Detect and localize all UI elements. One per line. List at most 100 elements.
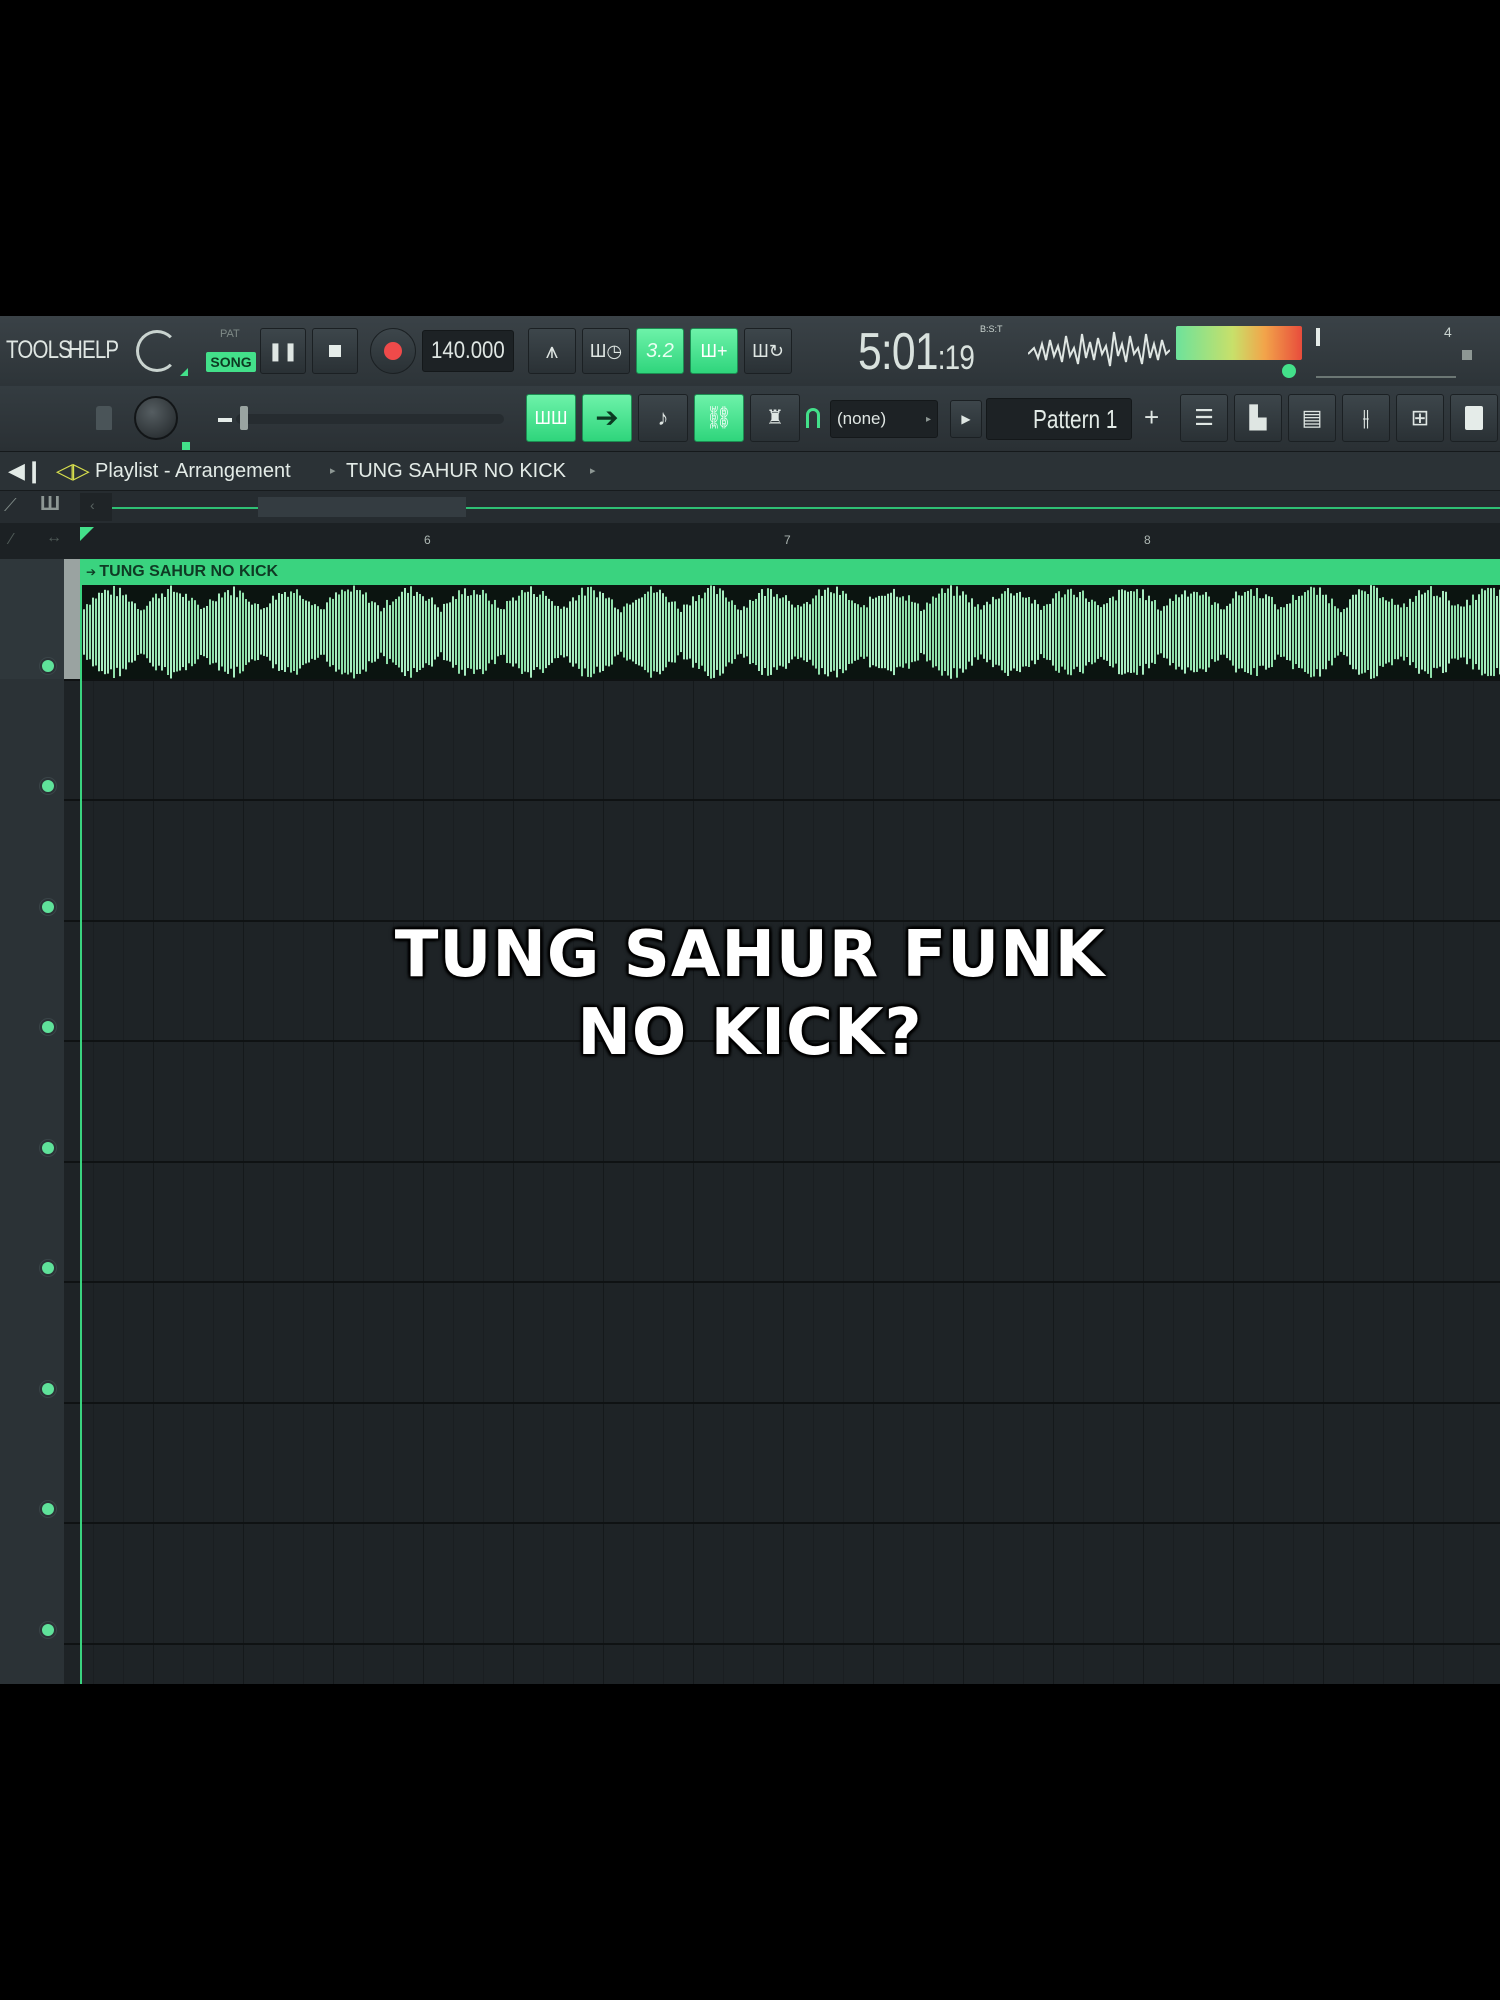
waveform-bar (1160, 610, 1162, 654)
waveform-bar (308, 601, 310, 663)
speaker-icon[interactable]: ◀❙ (8, 458, 43, 484)
record-button[interactable] (370, 328, 416, 374)
tempo-display[interactable]: 140.000 (422, 330, 514, 372)
waveform-bar (125, 594, 127, 670)
waveform-bar (206, 605, 208, 659)
waveform-bar (305, 600, 307, 664)
waveform-bar (914, 602, 916, 662)
piano-roll-button[interactable]: ШШ (526, 394, 576, 442)
waveform-bar (1133, 591, 1135, 673)
plugin-picker-button[interactable] (1450, 394, 1498, 442)
waveform-bar (1346, 607, 1348, 657)
breadcrumb-window[interactable]: Playlist - Arrangement (95, 460, 291, 483)
typing-keyboard-button[interactable]: ♪ (638, 394, 688, 442)
waveform-bar (212, 600, 214, 664)
clip-header[interactable]: ➔ TUNG SAHUR NO KICK (80, 559, 1500, 585)
track-mute-dot[interactable] (42, 1383, 54, 1395)
waveform-bar (182, 596, 184, 668)
playhead-marker-icon[interactable] (80, 527, 94, 541)
playlist-window-button[interactable]: ☰ (1180, 394, 1228, 442)
playlist-icon: ☰ (1194, 405, 1214, 430)
song-mode-toggle[interactable]: SONG (206, 352, 256, 372)
magnet-icon[interactable] (806, 408, 820, 428)
automation-icon[interactable]: ⟋ (4, 495, 17, 516)
piano-roll-window-button[interactable]: ▙ (1234, 394, 1282, 442)
waveform-bar (641, 597, 643, 667)
track-mute-dot[interactable] (42, 1262, 54, 1274)
track-mute-dot[interactable] (42, 1624, 54, 1636)
waveform-bar (911, 601, 913, 663)
waveform-bar (1058, 591, 1060, 673)
blend-notes-button[interactable]: Ш+ (690, 328, 738, 374)
pause-button[interactable]: ❚❚ (260, 328, 306, 374)
waveform-bar (887, 593, 889, 671)
waveform-bar (1361, 590, 1363, 674)
waveform-bar (1226, 605, 1228, 659)
waveform-bar (251, 604, 253, 660)
channel-rack-button[interactable]: ▤ (1288, 394, 1336, 442)
master-pitch-knob[interactable] (134, 396, 178, 440)
track-mute-dot[interactable] (42, 660, 54, 672)
waveform-bar (992, 596, 994, 668)
browser-button[interactable]: ♜ (750, 394, 800, 442)
step-edit-button[interactable]: 3.2 (636, 328, 684, 374)
stop-button[interactable] (312, 328, 358, 374)
snap-value: (none) (837, 409, 887, 428)
track-divider (64, 1522, 1500, 1524)
waveform-bar (638, 598, 640, 666)
waveform-bar (764, 595, 766, 669)
waveform-bar (893, 588, 895, 676)
track-header-1[interactable] (0, 559, 64, 679)
waveform-svg (80, 585, 1500, 679)
track-mute-dot[interactable] (42, 1142, 54, 1154)
waveform-bar (299, 595, 301, 669)
song-position-display[interactable]: 5:01:19 (858, 322, 975, 382)
pattern-prev-button[interactable]: ▶ (950, 400, 982, 438)
tool-arrows-icon[interactable]: ◁▷ (56, 458, 90, 484)
waveform-bar (1025, 597, 1027, 667)
menu-tools[interactable]: TOOLS (6, 336, 72, 365)
waveform-bar (959, 595, 961, 669)
waveform-bar (1220, 609, 1222, 655)
waveform-bar (938, 593, 940, 671)
pattern-selector[interactable]: Pattern 1 (986, 398, 1132, 440)
clip-name: TUNG SAHUR NO KICK (99, 563, 279, 580)
waveform-bar (530, 586, 532, 678)
breadcrumb-chevron-icon[interactable]: ▸ (590, 464, 596, 477)
audio-clip[interactable]: ➔ TUNG SAHUR NO KICK (80, 559, 1500, 679)
master-volume-knob[interactable] (136, 330, 178, 372)
eye-icon[interactable] (1282, 364, 1296, 378)
menu-help[interactable]: HELP (68, 336, 119, 365)
waveform-bar (692, 596, 694, 668)
timeline-ruler[interactable]: ⁄ ↔ 6 7 8 (0, 523, 1500, 560)
step-sequencer-button[interactable]: ➔ (582, 394, 632, 442)
track-mute-dot[interactable] (42, 780, 54, 792)
track-mute-dot[interactable] (42, 1503, 54, 1515)
pat-label[interactable]: PAT (220, 328, 240, 340)
snap-select[interactable]: (none) ▸ (830, 400, 938, 438)
waveform-bar (1253, 595, 1255, 669)
waveform-bar (443, 603, 445, 661)
scroll-thumb[interactable] (258, 497, 466, 517)
waveform-bar (1460, 606, 1462, 658)
breadcrumb-item[interactable]: TUNG SAHUR NO KICK (346, 460, 566, 483)
mixer-button[interactable]: ⫲ (1342, 394, 1390, 442)
master-pitch-slider[interactable] (236, 406, 504, 430)
waveform-bar (917, 603, 919, 661)
browser-window-button[interactable]: ⊞ (1396, 394, 1444, 442)
metronome-button[interactable]: ⩚ (528, 328, 576, 374)
link-button[interactable]: ⛓ (694, 394, 744, 442)
waveform-bar (269, 603, 271, 661)
waveform-bar (446, 603, 448, 661)
add-pattern-button[interactable]: + (1144, 402, 1159, 433)
pitch-slider-handle[interactable] (240, 406, 248, 430)
chevron-right-icon: ▸ (925, 413, 931, 425)
scroll-left-button[interactable]: ‹ (80, 493, 112, 521)
time-format-label[interactable]: B:S:T (980, 324, 1003, 334)
playlist-grid[interactable]: ➔ TUNG SAHUR NO KICK (64, 559, 1500, 1684)
piano-small-icon[interactable]: Ш (40, 493, 60, 516)
wait-input-button[interactable]: Ш◷ (582, 328, 630, 374)
loop-record-button[interactable]: Ш↻ (744, 328, 792, 374)
stop-icon (329, 345, 341, 357)
track-mute-dot[interactable] (42, 901, 54, 913)
